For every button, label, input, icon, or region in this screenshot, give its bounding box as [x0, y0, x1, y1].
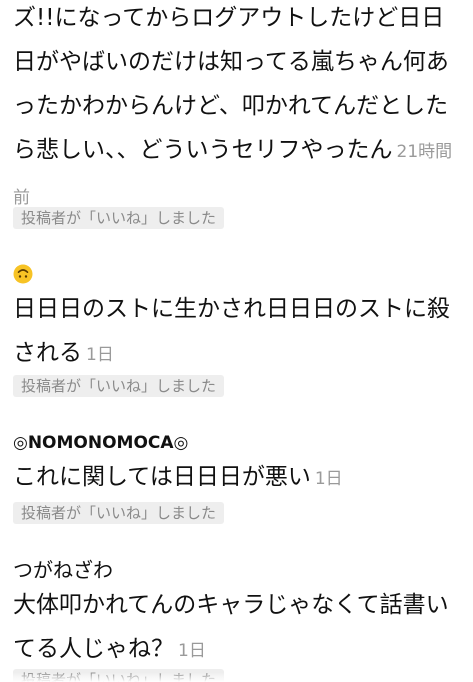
comment-author[interactable]: つがねざわ: [13, 558, 113, 582]
comment-timestamp: 1日: [86, 345, 114, 365]
comment-text: 大体叩かれてんのキャラじゃなくて話書いてる人じゃね？: [13, 592, 449, 662]
comment-timestamp: 1日: [178, 641, 206, 661]
comment-body: 大体叩かれてんのキャラじゃなくて話書いてる人じゃね？ 1日: [13, 583, 465, 673]
upside-down-face-icon: [13, 264, 33, 284]
comment-text: 日日日のストに生かされ日日日のストに殺される: [13, 296, 450, 366]
comment-body: 日日日のストに生かされ日日日のストに殺される 1日: [13, 287, 465, 377]
author-liked-badge: 投稿者が「いいね」しました: [13, 207, 225, 229]
comment-text: これに関しては日日日が悪い: [13, 464, 311, 490]
comment-text: ズ!!になってからログアウトしたけど日日日がやばいのだけは知ってる嵐ちゃん何あっ…: [13, 5, 449, 163]
comment-author[interactable]: ◎NOMONOMOCA◎: [13, 431, 188, 455]
comment-feed: ズ!!になってからログアウトしたけど日日日がやばいのだけは知ってる嵐ちゃん何あっ…: [0, 0, 473, 682]
author-liked-badge: 投稿者が「いいね」しました: [13, 502, 225, 524]
comment-timestamp: 1日: [314, 469, 343, 489]
comment-body: ズ!!になってからログアウトしたけど日日日がやばいのだけは知ってる嵐ちゃん何あっ…: [13, 0, 465, 220]
comment-body: これに関しては日日日が悪い 1日: [13, 455, 465, 501]
scroll-fade: [0, 672, 473, 682]
author-liked-badge: 投稿者が「いいね」しました: [13, 375, 225, 397]
